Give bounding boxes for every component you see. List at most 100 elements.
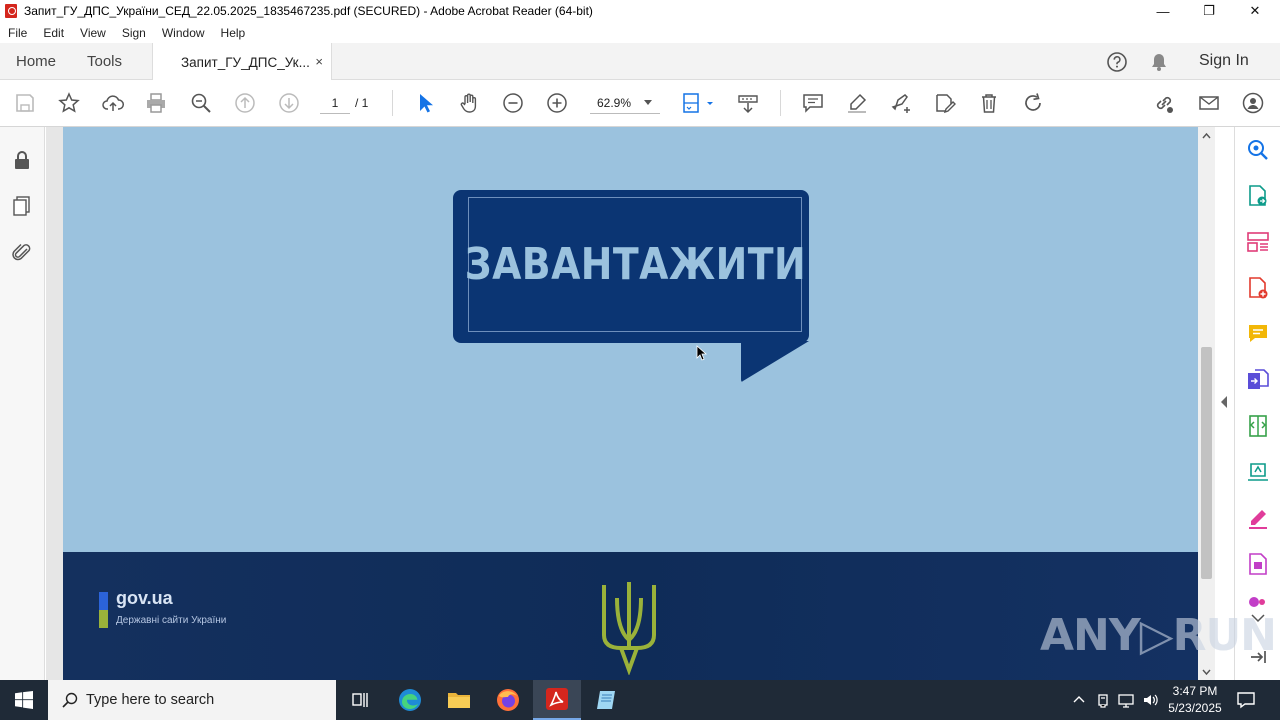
- zoom-in-icon[interactable]: [545, 91, 569, 115]
- scrollbar-thumb[interactable]: [1201, 347, 1212, 579]
- hand-tool-icon[interactable]: [457, 91, 481, 115]
- collapse-right-panel-icon[interactable]: [1221, 396, 1227, 408]
- scroll-mode-icon[interactable]: [736, 91, 760, 115]
- zoom-search-icon[interactable]: [189, 91, 213, 115]
- scroll-up-icon[interactable]: [1202, 132, 1211, 141]
- download-banner[interactable]: ЗАВАНТАЖИТИ: [453, 190, 809, 343]
- tab-document[interactable]: Запит_ГУ_ДПС_Ук... ×: [152, 43, 332, 81]
- taskbar-clock[interactable]: 3:47 PM 5/23/2025: [1162, 683, 1228, 717]
- window-title: Запит_ГУ_ДПС_України_СЕД_22.05.2025_1835…: [24, 4, 593, 18]
- menu-sign[interactable]: Sign: [114, 26, 154, 40]
- edge-icon: [399, 689, 421, 711]
- bookmark-star-icon[interactable]: [57, 91, 81, 115]
- minimize-icon: —: [1156, 3, 1170, 19]
- network-icon[interactable]: [1118, 692, 1134, 708]
- tab-bar: Home Tools Запит_ГУ_ДПС_Ук... × Sign In: [0, 43, 1280, 81]
- clock-time: 3:47 PM: [1172, 684, 1218, 698]
- previous-page-icon[interactable]: [233, 91, 257, 115]
- menu-edit[interactable]: Edit: [35, 26, 72, 40]
- notepad-icon: [597, 691, 615, 709]
- gov-logo-title: gov.ua: [116, 588, 173, 608]
- comment-tool-icon[interactable]: [1246, 322, 1270, 346]
- minimize-button[interactable]: —: [1140, 0, 1186, 22]
- send-for-review-icon[interactable]: [1246, 460, 1270, 484]
- scroll-down-icon[interactable]: [1202, 667, 1211, 676]
- clock-date: 5/23/2025: [1168, 701, 1222, 715]
- compress-pdf-icon[interactable]: [1246, 414, 1270, 438]
- search-icon: [62, 692, 78, 708]
- page-thumbnails-icon[interactable]: [11, 195, 33, 217]
- right-tools-panel: [1234, 127, 1280, 680]
- zoom-out-icon[interactable]: [501, 91, 525, 115]
- firefox-button[interactable]: [484, 680, 532, 720]
- fill-and-sign-icon[interactable]: [1246, 506, 1270, 530]
- toolbar: 1 / 1 62.9%: [0, 80, 1280, 127]
- email-envelope-icon[interactable]: [1197, 91, 1221, 115]
- next-page-icon[interactable]: [277, 91, 301, 115]
- file-explorer-button[interactable]: [435, 680, 483, 720]
- chevron-up-icon[interactable]: [1071, 692, 1087, 708]
- select-cursor-icon[interactable]: [413, 91, 437, 115]
- help-icon[interactable]: [1106, 51, 1128, 73]
- trident-coat-of-arms-icon: [602, 582, 656, 675]
- task-view-icon: [352, 693, 368, 707]
- close-window-button[interactable]: ✕: [1232, 0, 1278, 22]
- rotate-icon[interactable]: [1021, 91, 1045, 115]
- title-bar: Запит_ГУ_ДПС_України_СЕД_22.05.2025_1835…: [0, 0, 1280, 22]
- menu-window[interactable]: Window: [154, 26, 213, 40]
- start-button[interactable]: [0, 680, 48, 720]
- search-zoom-tool-icon[interactable]: [1246, 138, 1270, 162]
- fill-sign-pen-icon[interactable]: [889, 91, 913, 115]
- sign-in-button[interactable]: Sign In: [1199, 52, 1249, 70]
- anyrun-watermark: ANY▷RUN: [1040, 610, 1277, 661]
- more-tools-icon[interactable]: [1246, 593, 1270, 607]
- export-pdf-icon[interactable]: [1246, 184, 1270, 208]
- speech-bubble-tail: [741, 341, 809, 382]
- volume-icon[interactable]: [1142, 692, 1158, 708]
- vertical-scrollbar[interactable]: [1198, 127, 1215, 680]
- ukraine-flag-icon: [99, 592, 108, 628]
- notifications-bell-icon[interactable]: [1148, 51, 1170, 73]
- folder-icon: [448, 693, 470, 708]
- close-icon: ✕: [1249, 3, 1261, 18]
- usb-device-icon[interactable]: [1095, 692, 1111, 708]
- document-viewer[interactable]: ЗАВАНТАЖИТИ gov.ua Державні сайти Україн…: [46, 127, 1198, 680]
- maximize-button[interactable]: ❐: [1186, 0, 1232, 22]
- menu-file[interactable]: File: [0, 26, 35, 40]
- zoom-level-select[interactable]: 62.9%: [590, 92, 660, 114]
- upload-cloud-icon[interactable]: [101, 91, 125, 115]
- notepad-button[interactable]: [582, 680, 630, 720]
- acrobat-reader-button[interactable]: [533, 680, 581, 720]
- delete-trash-icon[interactable]: [977, 91, 1001, 115]
- acrobat-icon: [5, 4, 17, 18]
- task-view-button[interactable]: [336, 680, 384, 720]
- save-icon[interactable]: [13, 91, 37, 115]
- tab-tools[interactable]: Tools: [87, 43, 122, 80]
- highlight-pen-icon[interactable]: [845, 91, 869, 115]
- fit-page-icon[interactable]: [680, 91, 716, 115]
- tab-close-button[interactable]: ×: [315, 54, 323, 69]
- gov-logo-subtitle: Державні сайти України: [116, 615, 227, 626]
- edit-pdf-icon[interactable]: [1246, 552, 1270, 576]
- attachment-paperclip-icon[interactable]: [11, 241, 33, 263]
- tab-home[interactable]: Home: [16, 43, 56, 80]
- download-banner-frame: ЗАВАНТАЖИТИ: [464, 197, 805, 332]
- menu-help[interactable]: Help: [213, 26, 254, 40]
- user-account-icon[interactable]: [1241, 91, 1265, 115]
- share-link-icon[interactable]: [1152, 91, 1176, 115]
- create-pdf-icon[interactable]: [1246, 276, 1270, 300]
- organize-pages-icon[interactable]: [1246, 230, 1270, 254]
- print-icon[interactable]: [144, 91, 168, 115]
- page-number-input[interactable]: 1: [320, 92, 350, 114]
- edit-document-icon[interactable]: [933, 91, 957, 115]
- taskbar-search-box[interactable]: Type here to search: [48, 680, 336, 720]
- comment-icon[interactable]: [801, 91, 825, 115]
- edge-browser-button[interactable]: [386, 680, 434, 720]
- chevron-down-icon: [644, 100, 652, 105]
- firefox-icon: [497, 689, 519, 711]
- menu-view[interactable]: View: [72, 26, 114, 40]
- lock-icon[interactable]: [11, 149, 33, 171]
- combine-files-icon[interactable]: [1246, 368, 1270, 392]
- taskbar-search-placeholder: Type here to search: [86, 692, 215, 708]
- action-center-icon[interactable]: [1236, 690, 1256, 710]
